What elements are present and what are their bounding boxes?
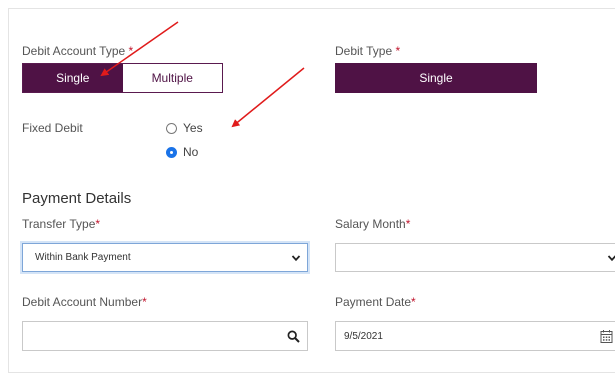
transfer-type-label: Transfer Type* bbox=[22, 217, 100, 231]
chevron-down-icon bbox=[607, 255, 615, 262]
radio-no-label: No bbox=[183, 145, 199, 159]
fixed-debit-label: Fixed Debit bbox=[22, 121, 83, 135]
required-mark: * bbox=[395, 44, 401, 58]
required-mark: * bbox=[411, 295, 416, 309]
payment-date-value: 9/5/2021 bbox=[344, 330, 383, 342]
transfer-type-label-text: Transfer Type bbox=[22, 217, 96, 231]
fixed-debit-yes-option[interactable]: Yes bbox=[166, 121, 203, 135]
salary-month-label-text: Salary Month bbox=[335, 217, 406, 231]
required-mark: * bbox=[142, 295, 147, 309]
radio-yes[interactable] bbox=[166, 122, 177, 134]
debit-account-number-label: Debit Account Number* bbox=[22, 295, 147, 309]
debit-account-type-multiple-button[interactable]: Multiple bbox=[122, 64, 222, 92]
debit-type-single-button[interactable]: Single bbox=[335, 63, 537, 93]
debit-account-type-label: Debit Account Type * bbox=[22, 44, 133, 58]
search-icon[interactable] bbox=[287, 330, 300, 343]
debit-account-type-toggle: Single Multiple bbox=[22, 63, 223, 93]
required-mark: * bbox=[95, 217, 101, 231]
radio-no[interactable] bbox=[166, 146, 177, 158]
payment-date-input[interactable]: 9/5/2021 bbox=[335, 321, 615, 351]
chevron-down-icon bbox=[291, 255, 301, 262]
transfer-type-select[interactable]: Within Bank Payment bbox=[22, 243, 308, 272]
transfer-type-value: Within Bank Payment bbox=[35, 252, 131, 263]
debit-type-label-text: Debit Type bbox=[335, 44, 393, 58]
required-mark: * bbox=[128, 44, 134, 58]
required-mark: * bbox=[405, 217, 411, 231]
debit-account-type-single-button[interactable]: Single bbox=[23, 64, 123, 92]
payment-details-title: Payment Details bbox=[22, 190, 132, 207]
page: Debit Account Type * Single Multiple Deb… bbox=[0, 0, 615, 381]
fixed-debit-no-option[interactable]: No bbox=[166, 145, 198, 159]
salary-month-select[interactable] bbox=[335, 243, 615, 272]
debit-account-number-input[interactable] bbox=[22, 321, 308, 351]
debit-account-type-label-text: Debit Account Type bbox=[22, 44, 126, 58]
payment-date-label-text: Payment Date bbox=[335, 295, 412, 309]
radio-yes-label: Yes bbox=[183, 121, 203, 135]
debit-account-number-label-text: Debit Account Number bbox=[22, 295, 143, 309]
calendar-icon[interactable] bbox=[600, 329, 613, 344]
debit-type-label: Debit Type * bbox=[335, 44, 400, 58]
payment-date-label: Payment Date* bbox=[335, 295, 416, 309]
salary-month-label: Salary Month* bbox=[335, 217, 410, 231]
